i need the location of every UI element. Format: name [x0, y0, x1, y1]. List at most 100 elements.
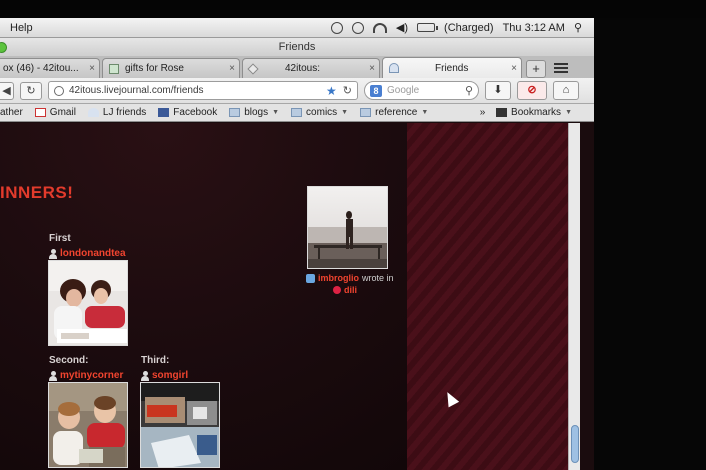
striped-sidebar — [407, 123, 568, 470]
bookmark-label: reference — [375, 107, 418, 118]
community-name[interactable]: dili — [344, 285, 357, 295]
zoom-button[interactable] — [0, 42, 7, 53]
bookmarks-menu[interactable]: » Bookmarks ▼ — [480, 107, 594, 118]
dropdown-arrow-icon: ▼ — [421, 109, 429, 116]
search-placeholder: Google — [387, 85, 420, 96]
spotlight-icon[interactable]: ⚲ — [574, 21, 582, 34]
first-place-photo[interactable] — [48, 260, 128, 346]
third-place-photo[interactable] — [140, 382, 220, 468]
winners-heading: INNERS! — [0, 183, 74, 202]
wifi-icon[interactable] — [372, 22, 387, 33]
dropdown-arrow-icon: ▼ — [341, 109, 349, 116]
post-author[interactable]: imbroglio — [318, 273, 359, 283]
bookmark-label: blogs — [244, 107, 269, 118]
second-place-user[interactable]: mytinycorner — [49, 370, 123, 381]
search-icon[interactable]: ⚲ — [465, 84, 473, 97]
username[interactable]: somgirl — [152, 370, 188, 381]
search-bar[interactable]: 8 Google ⚲ — [364, 81, 479, 100]
close-icon[interactable]: × — [89, 63, 95, 74]
history-icon[interactable]: ↻ — [20, 81, 42, 100]
second-place-photo[interactable] — [48, 382, 128, 468]
battery-status: (Charged) — [444, 21, 494, 34]
volume-icon[interactable]: ◀) — [396, 21, 408, 34]
mac-menubar: Help ◀) (Charged) Thu 3:12 AM ⚲ — [0, 18, 594, 38]
bookmark-star-icon[interactable]: ★ — [326, 84, 337, 98]
third-place-label: Third: — [141, 355, 170, 366]
dropdown-arrow-icon: ▼ — [272, 109, 280, 116]
third-place-user[interactable]: somgirl — [141, 370, 188, 381]
close-icon[interactable]: × — [511, 63, 517, 74]
twitter-icon — [306, 273, 315, 283]
lj-user-icon — [87, 108, 99, 117]
window-titlebar: Friends — [0, 38, 594, 56]
monitor-bezel — [594, 18, 706, 470]
first-place-label: First — [49, 233, 71, 244]
adblock-icon[interactable]: ⊘ — [517, 81, 547, 100]
search-engine-icon[interactable]: 8 — [370, 84, 382, 97]
bookmark-label: comics — [306, 107, 338, 118]
post-byline: imbroglio wrote in — [306, 273, 394, 283]
close-icon[interactable]: × — [229, 63, 235, 74]
bookmark-label: Gmail — [49, 107, 76, 118]
post-community[interactable]: dili — [333, 285, 357, 295]
tab-gifts[interactable]: gifts for Rose × — [102, 58, 240, 78]
tab-label: ox (46) - 42itou... — [3, 63, 79, 74]
bookmark-lj-friends[interactable]: LJ friends — [87, 107, 147, 118]
bookmarks-toolbar: ather Gmail LJ friends Facebook blogs ▼ c… — [0, 104, 594, 122]
tab-label: Friends — [435, 62, 469, 74]
clock[interactable]: Thu 3:12 AM — [503, 22, 565, 34]
vertical-scrollbar[interactable] — [568, 123, 580, 470]
username[interactable]: londonandtea — [60, 248, 126, 259]
bookmark-folder-comics[interactable]: comics ▼ — [291, 107, 348, 118]
tab-42itous[interactable]: 42itous: × — [242, 58, 380, 78]
back-button[interactable]: ◀ — [0, 81, 14, 100]
bookmark-label: Facebook — [173, 107, 218, 118]
tab-label: gifts for Rose — [125, 63, 184, 74]
overflow-chevron[interactable]: » — [480, 107, 486, 118]
bookmark-gmail[interactable]: Gmail — [34, 107, 76, 118]
tab-friends[interactable]: Friends × — [382, 57, 522, 78]
screen: Help ◀) (Charged) Thu 3:12 AM ⚲ Friends … — [0, 18, 594, 470]
tab-label: 42itous: — [285, 63, 321, 74]
monitor-frame: Help ◀) (Charged) Thu 3:12 AM ⚲ Friends … — [0, 0, 706, 470]
menubar-status: ◀) (Charged) Thu 3:12 AM ⚲ — [330, 21, 594, 34]
download-icon[interactable]: ⬇ — [485, 81, 511, 100]
tab-bar: ox (46) - 42itou... × gifts for Rose × 4… — [0, 56, 594, 78]
first-place-user[interactable]: londonandtea — [49, 248, 126, 259]
url-bar[interactable]: 42itous.livejournal.com/friends ★ ↻ — [48, 81, 358, 100]
reload-icon[interactable]: ↻ — [343, 84, 352, 97]
bookmark-folder-reference[interactable]: reference ▼ — [360, 107, 428, 118]
tab-list-icon[interactable] — [552, 60, 570, 76]
tab-inbox[interactable]: ox (46) - 42itou... × — [0, 58, 100, 78]
username[interactable]: mytinycorner — [60, 370, 123, 381]
bookmarks-icon — [496, 108, 508, 117]
new-tab-button[interactable]: + — [526, 60, 546, 78]
folder-icon — [229, 108, 241, 117]
lj-user-icon — [389, 63, 399, 73]
bookmarks-menu-label: Bookmarks — [511, 107, 562, 118]
battery-icon[interactable] — [417, 23, 439, 32]
document-icon — [109, 63, 119, 74]
gmail-icon — [34, 108, 46, 117]
navigation-bar: ◀ ↻ 42itous.livejournal.com/friends ★ ↻ … — [0, 78, 594, 104]
user-icon — [141, 370, 149, 381]
dropdown-arrow-icon: ▼ — [565, 109, 572, 116]
time-machine-icon[interactable] — [351, 21, 364, 34]
bookmark-weather[interactable]: ather — [0, 107, 23, 118]
bookmark-label: ather — [0, 107, 23, 118]
sync-icon[interactable] — [330, 21, 343, 34]
folder-icon — [360, 108, 372, 117]
bookmark-folder-blogs[interactable]: blogs ▼ — [229, 107, 279, 118]
home-icon[interactable]: ⌂ — [553, 81, 579, 100]
globe-icon — [54, 85, 64, 96]
close-icon[interactable]: × — [369, 63, 375, 74]
bookmark-facebook[interactable]: Facebook — [158, 107, 217, 118]
scroll-thumb[interactable] — [571, 425, 579, 463]
post-thumbnail[interactable] — [307, 186, 388, 269]
second-place-label: Second: — [49, 355, 89, 366]
pen-icon — [247, 62, 259, 75]
main-column: INNERS! First londonandtea Second: mytin… — [0, 123, 407, 470]
menu-help[interactable]: Help — [10, 22, 33, 34]
bookmark-label: LJ friends — [102, 107, 147, 118]
url-text[interactable]: 42itous.livejournal.com/friends — [69, 85, 204, 96]
